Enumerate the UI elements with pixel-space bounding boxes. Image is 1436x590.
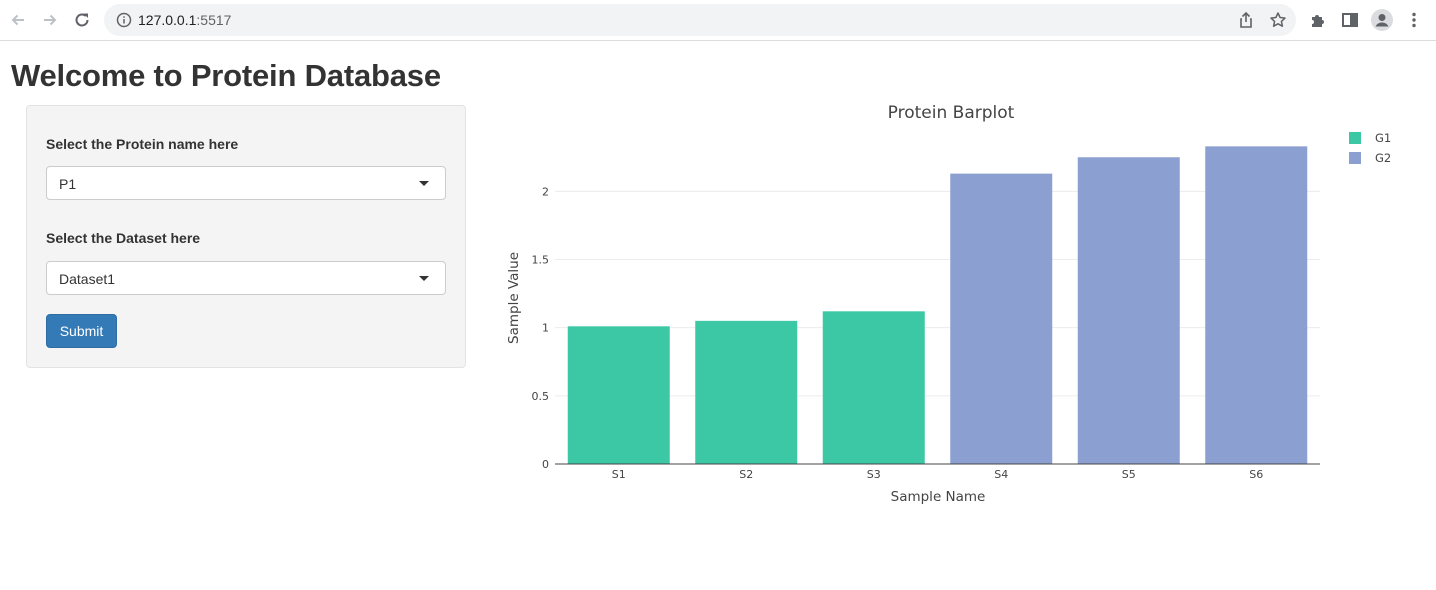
profile-icon[interactable]	[1371, 9, 1393, 31]
menu-dots-icon[interactable]	[1404, 10, 1424, 30]
bar-s6[interactable]	[1205, 146, 1308, 464]
bar-s1[interactable]	[567, 326, 670, 464]
y-tick-label: 0	[542, 458, 549, 471]
reload-icon[interactable]	[70, 8, 94, 32]
x-tick-labels: S1 S2 S3 S4 S5 S6	[612, 468, 1263, 481]
extensions-icon[interactable]	[1308, 10, 1328, 30]
chart-title: Protein Barplot	[888, 103, 1015, 123]
bar-s4[interactable]	[950, 173, 1053, 464]
share-icon[interactable]	[1237, 11, 1255, 29]
url-text[interactable]: 127.0.0.1:5517	[138, 12, 231, 28]
y-tick-label: 1.5	[532, 254, 550, 267]
browser-toolbar: 127.0.0.1:5517	[0, 0, 1436, 41]
submit-button[interactable]: Submit	[46, 314, 117, 348]
back-arrow-icon[interactable]	[6, 8, 30, 32]
legend-label-g2[interactable]: G2	[1375, 151, 1391, 165]
url-port: :5517	[196, 12, 232, 28]
page-title: Welcome to Protein Database	[11, 58, 441, 93]
side-panel-icon[interactable]	[1340, 10, 1360, 30]
bar-layer	[567, 146, 1308, 464]
bar-s5[interactable]	[1077, 157, 1180, 464]
star-icon[interactable]	[1269, 11, 1287, 29]
bar-s3[interactable]	[822, 311, 925, 464]
bar-s2[interactable]	[695, 320, 798, 464]
caret-down-icon	[419, 181, 429, 186]
x-axis-title: Sample Name	[891, 489, 986, 505]
y-tick-label: 1	[542, 322, 549, 335]
y-tick-label: 2	[542, 185, 549, 198]
protein-barplot: 0 0.5 1 1.5 2 S1 S2 S3 S4 S5 S6 Protein Barplot S…	[506, 103, 1391, 505]
y-tick-labels: 0 0.5 1 1.5 2	[532, 185, 550, 471]
sidebar-panel: Select the Protein name here P1 Select t…	[26, 105, 466, 368]
x-tick-label: S2	[739, 468, 753, 481]
forward-arrow-icon[interactable]	[38, 8, 62, 32]
x-tick-label: S3	[867, 468, 881, 481]
url-host: 127.0.0.1	[138, 12, 197, 28]
dataset-select[interactable]: Dataset1	[46, 261, 446, 295]
protein-select-label: Select the Protein name here	[46, 136, 239, 152]
y-axis-title: Sample Value	[506, 252, 522, 344]
x-tick-label: S4	[994, 468, 1008, 481]
protein-select[interactable]: P1	[46, 166, 446, 200]
x-tick-label: S6	[1249, 468, 1263, 481]
x-tick-label: S5	[1122, 468, 1136, 481]
legend-swatch-g1[interactable]	[1349, 132, 1361, 144]
dataset-select-value: Dataset1	[59, 271, 116, 287]
dataset-select-label: Select the Dataset here	[46, 230, 201, 246]
legend: G1G2	[1349, 131, 1391, 165]
protein-select-value: P1	[59, 176, 77, 192]
x-tick-label: S1	[612, 468, 626, 481]
info-icon[interactable]	[116, 12, 132, 28]
y-tick-label: 0.5	[532, 390, 550, 403]
legend-swatch-g2[interactable]	[1349, 152, 1361, 164]
legend-label-g1[interactable]: G1	[1375, 131, 1391, 145]
address-bar[interactable]: 127.0.0.1:5517	[104, 4, 1296, 36]
caret-down-icon	[419, 276, 429, 281]
